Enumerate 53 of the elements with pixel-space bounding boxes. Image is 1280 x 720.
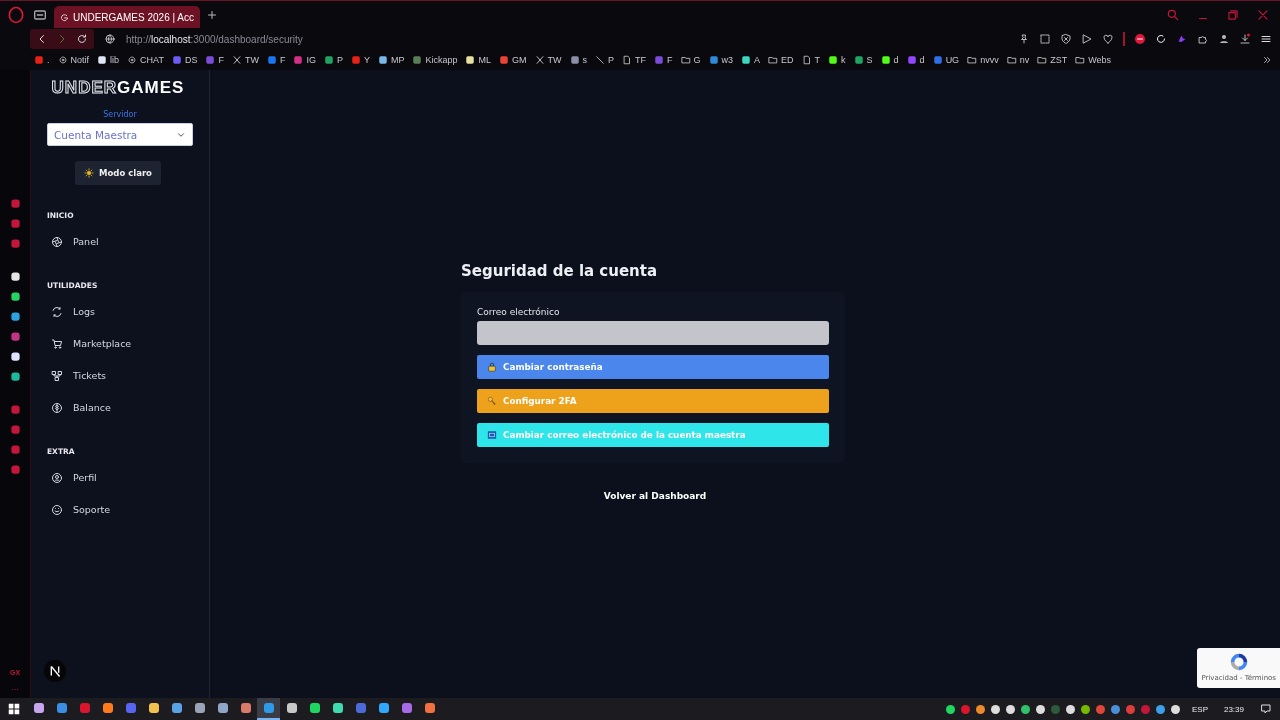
- theme-toggle-button[interactable]: Modo claro: [75, 161, 161, 185]
- bookmark[interactable]: S: [853, 55, 873, 65]
- bookmark[interactable]: IG: [293, 55, 316, 65]
- bookmark[interactable]: ZST: [1037, 55, 1068, 65]
- language-indicator[interactable]: ESP: [1191, 704, 1208, 714]
- bookmark[interactable]: TF: [622, 55, 646, 65]
- nav-item[interactable]: Tickets: [51, 365, 193, 386]
- bookmark[interactable]: F: [205, 55, 224, 65]
- bookmark[interactable]: d: [880, 55, 899, 65]
- bookmark[interactable]: F: [654, 55, 673, 65]
- field-label: Servidor: [102, 110, 138, 119]
- clock[interactable]: 23:39: [1223, 704, 1244, 714]
- bookmark[interactable]: d: [906, 55, 925, 65]
- bookmark[interactable]: s: [569, 55, 587, 65]
- logo: UNDERGAMES: [50, 78, 186, 98]
- bookmark[interactable]: Webs: [1075, 55, 1111, 65]
- bookmark[interactable]: TW: [231, 55, 259, 65]
- bookmark[interactable]: CHAT: [127, 55, 164, 65]
- bookmark[interactable]: Kickapp: [412, 55, 458, 65]
- url-field[interactable]: http://localhost:3000/dashboard/security: [126, 33, 303, 45]
- bookmark[interactable]: TW: [534, 55, 562, 65]
- nav-item[interactable]: Perfil: [51, 467, 193, 488]
- bookmark[interactable]: F: [266, 55, 286, 65]
- field-label: Correo electrónico: [477, 306, 561, 317]
- bookmark[interactable]: Y: [350, 55, 370, 65]
- bookmark[interactable]: lib: [97, 55, 120, 65]
- bookmark[interactable]: P: [595, 55, 614, 65]
- back-link[interactable]: Volver al Dashboard: [603, 490, 707, 501]
- bookmark[interactable]: k: [828, 55, 846, 65]
- bookmark[interactable]: DS: [171, 55, 198, 65]
- bookmark[interactable]: w3: [708, 55, 734, 65]
- bookmark[interactable]: A: [741, 55, 761, 65]
- bookmark[interactable]: UG: [932, 55, 960, 65]
- bookmark[interactable]: GM: [499, 55, 527, 65]
- bookmark[interactable]: Notif: [57, 55, 90, 65]
- nav-item[interactable]: Marketplace: [51, 333, 193, 354]
- nav-item[interactable]: Balance: [51, 397, 193, 418]
- bookmark[interactable]: .: [34, 55, 50, 65]
- bookmark[interactable]: T: [801, 55, 821, 65]
- nav-item[interactable]: Soporte: [51, 499, 193, 520]
- nav-item[interactable]: Panel: [51, 231, 193, 252]
- bookmark[interactable]: P: [323, 55, 343, 65]
- page-title: Seguridad de la cuenta: [461, 261, 659, 280]
- bookmark[interactable]: nv: [1006, 55, 1030, 65]
- bookmark[interactable]: ML: [465, 55, 491, 65]
- bookmark[interactable]: G: [680, 55, 701, 65]
- browser-tab[interactable]: UNDERGAMES 2026 | Acc: [54, 6, 200, 28]
- bookmark[interactable]: MP: [377, 55, 405, 65]
- bookmark[interactable]: ED: [768, 55, 794, 65]
- action-button[interactable]: Cambiar contraseña: [477, 354, 829, 379]
- bookmark[interactable]: nvvv: [967, 55, 999, 65]
- server-select[interactable]: Cuenta Maestra: [47, 123, 193, 146]
- nav-item[interactable]: Logs: [51, 301, 193, 322]
